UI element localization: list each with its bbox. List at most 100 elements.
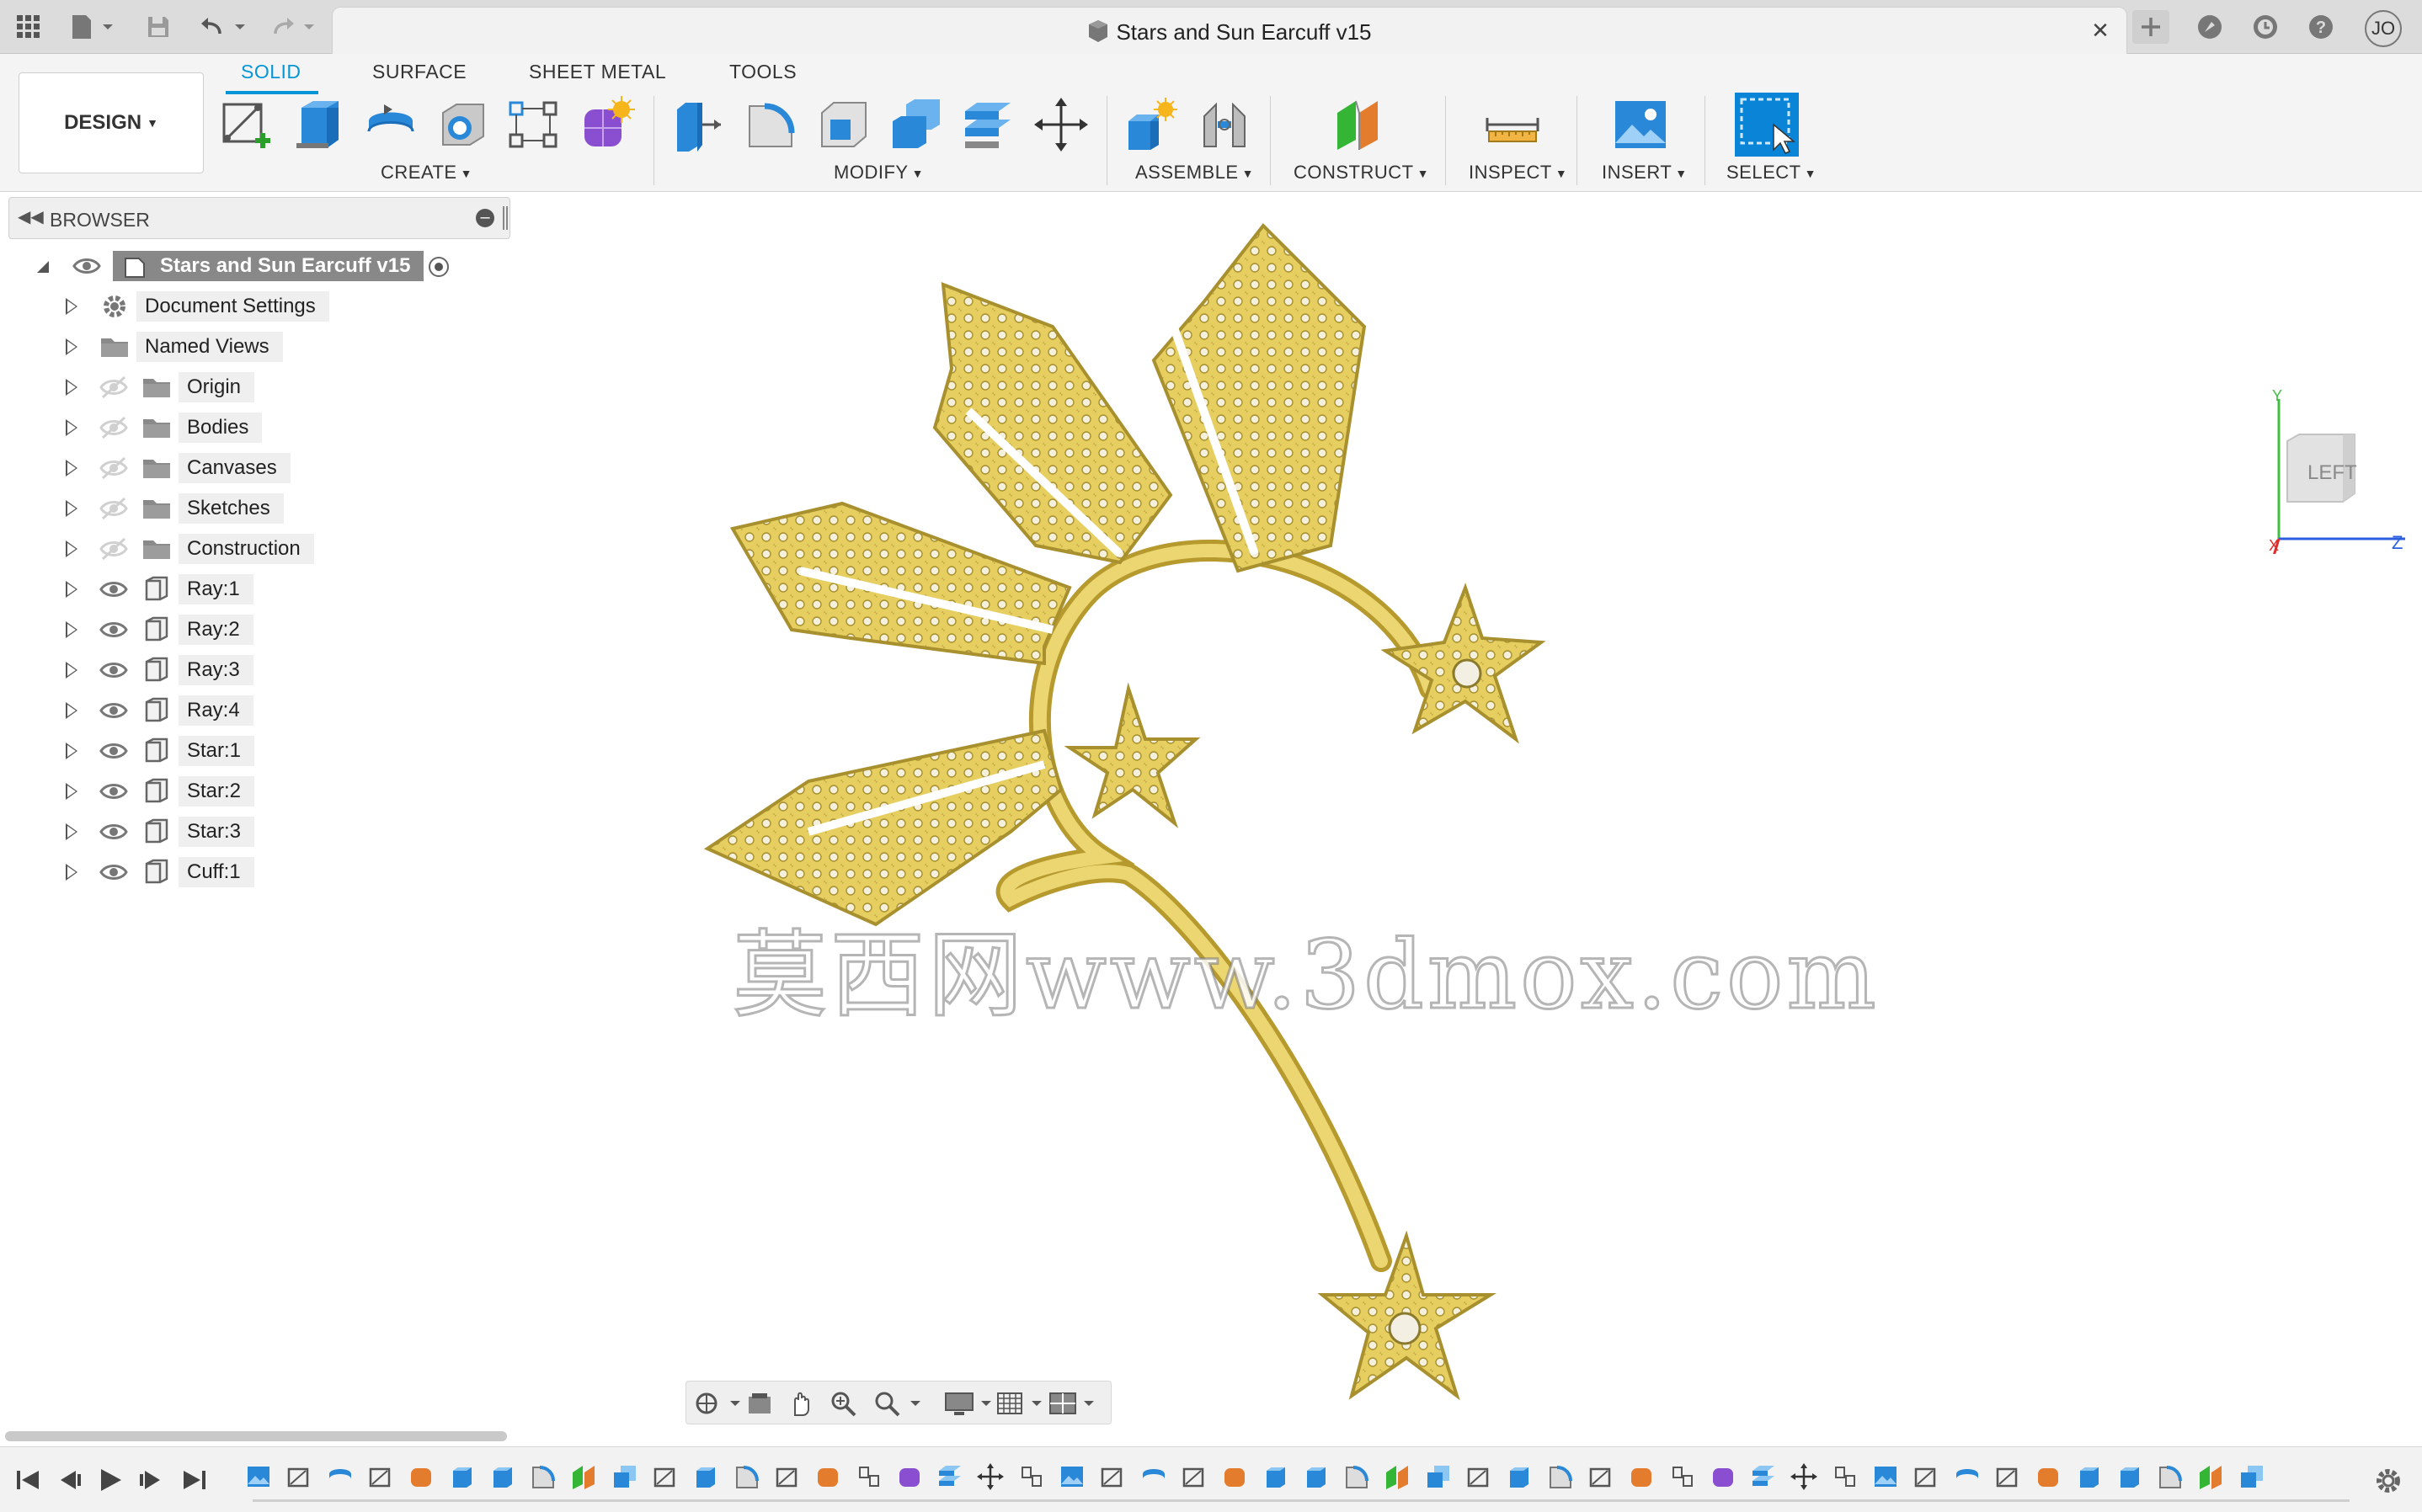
timeline-move-icon[interactable] <box>976 1462 1005 1491</box>
timeline-sketch-icon[interactable] <box>1587 1462 1615 1491</box>
insert-menu[interactable]: INSERT ▼ <box>1602 162 1688 184</box>
collapse-panel-icon[interactable]: ◀◀ <box>18 206 44 227</box>
orbit-icon[interactable] <box>693 1390 742 1417</box>
timeline-canvas-icon[interactable] <box>244 1462 273 1491</box>
timeline-combine-icon[interactable] <box>2238 1462 2266 1491</box>
timeline-canvas-icon[interactable] <box>1058 1462 1086 1491</box>
timeline-plane-icon[interactable] <box>2196 1462 2225 1491</box>
eye-hidden-icon[interactable] <box>99 416 128 439</box>
assemble-menu[interactable]: ASSEMBLE ▼ <box>1135 162 1254 184</box>
timeline-prev-icon[interactable] <box>56 1466 84 1494</box>
tree-item-origin[interactable]: Origin <box>0 369 505 406</box>
timeline-joint-icon[interactable] <box>1668 1462 1697 1491</box>
eye-hidden-icon[interactable] <box>99 497 128 520</box>
expand-triangle-icon[interactable] <box>66 864 77 881</box>
view-cube[interactable]: LEFT Z X Y <box>2262 387 2422 556</box>
tree-item-ray-4[interactable]: Ray:4 <box>0 692 505 729</box>
tree-item-star-3[interactable]: Star:3 <box>0 813 505 850</box>
timeline-next-icon[interactable] <box>136 1466 165 1494</box>
timeline-extrude-icon[interactable] <box>1262 1462 1290 1491</box>
timeline-settings-gear-icon[interactable] <box>2373 1466 2403 1496</box>
measure-icon[interactable] <box>1484 96 1541 153</box>
tab-sheet-metal[interactable]: SHEET METAL <box>529 61 666 83</box>
timeline-form-icon[interactable] <box>2034 1462 2062 1491</box>
tree-item-ray-1[interactable]: Ray:1 <box>0 571 505 608</box>
timeline-extrude-icon[interactable] <box>2115 1462 2144 1491</box>
timeline-extrude-icon[interactable] <box>691 1462 720 1491</box>
close-tab-icon[interactable]: ✕ <box>2088 18 2113 43</box>
timeline-form-icon[interactable] <box>407 1462 435 1491</box>
eye-icon[interactable] <box>99 739 128 763</box>
help-icon[interactable]: ? <box>2304 10 2338 44</box>
extensions-icon[interactable] <box>2193 10 2227 44</box>
timeline-extrude-icon[interactable] <box>2075 1462 2104 1491</box>
tree-item-star-2[interactable]: Star:2 <box>0 773 505 810</box>
timeline-fillet-icon[interactable] <box>733 1462 761 1491</box>
pattern-icon[interactable] <box>505 96 563 153</box>
tree-item-named-views[interactable]: Named Views <box>0 328 505 365</box>
look-at-icon[interactable] <box>745 1390 774 1417</box>
timeline-play-icon[interactable] <box>96 1466 125 1494</box>
save-icon[interactable] <box>141 10 175 44</box>
timeline-fillet-icon[interactable] <box>1546 1462 1575 1491</box>
offset-face-icon[interactable] <box>960 96 1017 153</box>
timeline-form-icon[interactable] <box>814 1462 842 1491</box>
timeline-offset-icon[interactable] <box>1749 1462 1778 1491</box>
combine-icon[interactable] <box>888 96 945 153</box>
timeline-plane-icon[interactable] <box>1383 1462 1411 1491</box>
activate-radio-icon[interactable] <box>428 256 450 278</box>
tab-solid[interactable]: SOLID <box>241 61 301 83</box>
display-settings-icon[interactable] <box>944 1390 993 1417</box>
timeline-move-icon[interactable] <box>1790 1462 1818 1491</box>
eye-icon[interactable] <box>72 256 101 276</box>
pan-hand-icon[interactable] <box>787 1390 816 1417</box>
horizontal-scrollbar[interactable] <box>5 1431 507 1441</box>
select-menu[interactable]: SELECT ▼ <box>1726 162 1816 184</box>
expand-triangle-icon[interactable] <box>66 379 77 396</box>
tree-root[interactable]: Stars and Sun Earcuff v15 <box>0 248 505 285</box>
timeline-fillet-icon[interactable] <box>2156 1462 2185 1491</box>
tab-surface[interactable]: SURFACE <box>372 61 467 83</box>
timeline-revolve-icon[interactable] <box>326 1462 355 1491</box>
tree-item-document-settings[interactable]: Document Settings <box>0 288 505 325</box>
revolve-icon[interactable] <box>362 96 419 153</box>
expand-triangle-icon[interactable] <box>66 823 77 840</box>
tree-item-star-1[interactable]: Star:1 <box>0 732 505 769</box>
expand-triangle-icon[interactable] <box>66 743 77 759</box>
eye-hidden-icon[interactable] <box>99 456 128 480</box>
collapse-triangle-icon[interactable] <box>35 259 51 274</box>
root-component-label[interactable]: Stars and Sun Earcuff v15 <box>113 251 424 281</box>
timeline-fillet-icon[interactable] <box>1342 1462 1371 1491</box>
timeline-form-icon[interactable] <box>1709 1462 1737 1491</box>
timeline-extrude-icon[interactable] <box>448 1462 477 1491</box>
inspect-menu[interactable]: INSPECT ▼ <box>1469 162 1567 184</box>
expand-triangle-icon[interactable] <box>66 500 77 517</box>
timeline-offset-icon[interactable] <box>936 1462 964 1491</box>
new-tab-icon[interactable] <box>2132 10 2169 44</box>
new-component-icon[interactable] <box>1123 96 1181 153</box>
grid-settings-icon[interactable] <box>996 1390 1045 1417</box>
viewports-icon[interactable] <box>1048 1390 1097 1417</box>
tree-item-construction[interactable]: Construction <box>0 530 505 567</box>
timeline-sketch-icon[interactable] <box>1993 1462 2022 1491</box>
expand-triangle-icon[interactable] <box>66 702 77 719</box>
eye-icon[interactable] <box>99 658 128 682</box>
undo-icon[interactable] <box>197 10 256 44</box>
timeline-canvas-icon[interactable] <box>1871 1462 1900 1491</box>
timeline-combine-icon[interactable] <box>611 1462 639 1491</box>
expand-triangle-icon[interactable] <box>66 460 77 476</box>
eye-icon[interactable] <box>99 780 128 803</box>
timeline-joint-icon[interactable] <box>855 1462 883 1491</box>
expand-triangle-icon[interactable] <box>66 581 77 598</box>
joint-icon[interactable] <box>1196 96 1253 153</box>
insert-canvas-icon[interactable] <box>1612 96 1669 153</box>
file-menu-icon[interactable] <box>67 10 118 44</box>
timeline-fillet-icon[interactable] <box>529 1462 557 1491</box>
timeline-joint-icon[interactable] <box>1017 1462 1046 1491</box>
timeline-sketch-icon[interactable] <box>1464 1462 1493 1491</box>
tree-item-cuff-1[interactable]: Cuff:1 <box>0 854 505 891</box>
app-grid-icon[interactable] <box>12 10 45 44</box>
tree-item-ray-2[interactable]: Ray:2 <box>0 611 505 648</box>
timeline-extrude-icon[interactable] <box>1505 1462 1534 1491</box>
workspace-switcher[interactable]: DESIGN ▼ <box>19 72 204 173</box>
